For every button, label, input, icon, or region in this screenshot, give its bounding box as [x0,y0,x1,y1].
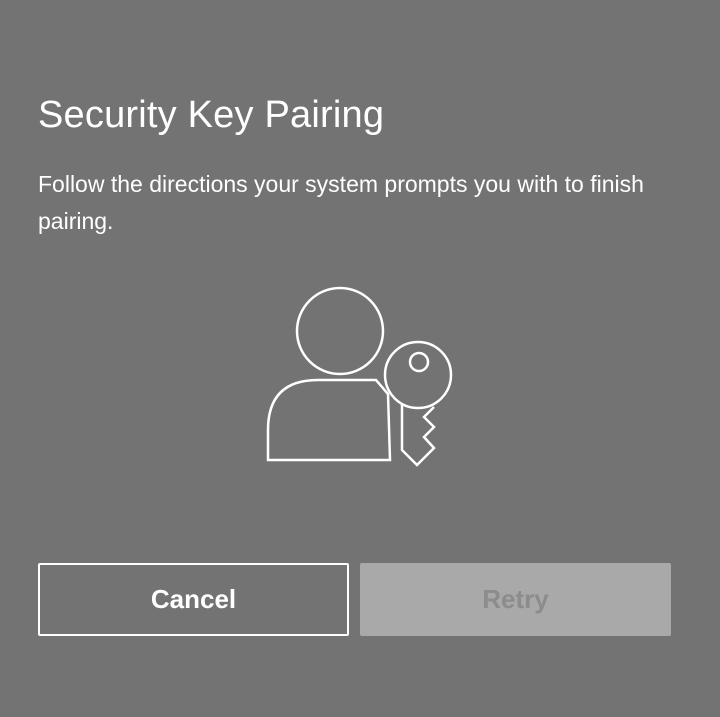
user-with-key-icon [262,282,462,472]
user-body-shape [266,378,392,462]
dialog-description: Follow the directions your system prompt… [38,171,644,234]
cancel-button[interactable]: Cancel [38,563,349,636]
retry-button[interactable]: Retry [360,563,671,636]
user-head-shape [295,286,385,376]
security-key-pairing-dialog: Security Key Pairing Follow the directio… [0,0,720,717]
key-hole-shape [408,351,430,373]
dialog-title: Security Key Pairing [38,94,385,136]
key-shaft-shape [400,404,436,467]
